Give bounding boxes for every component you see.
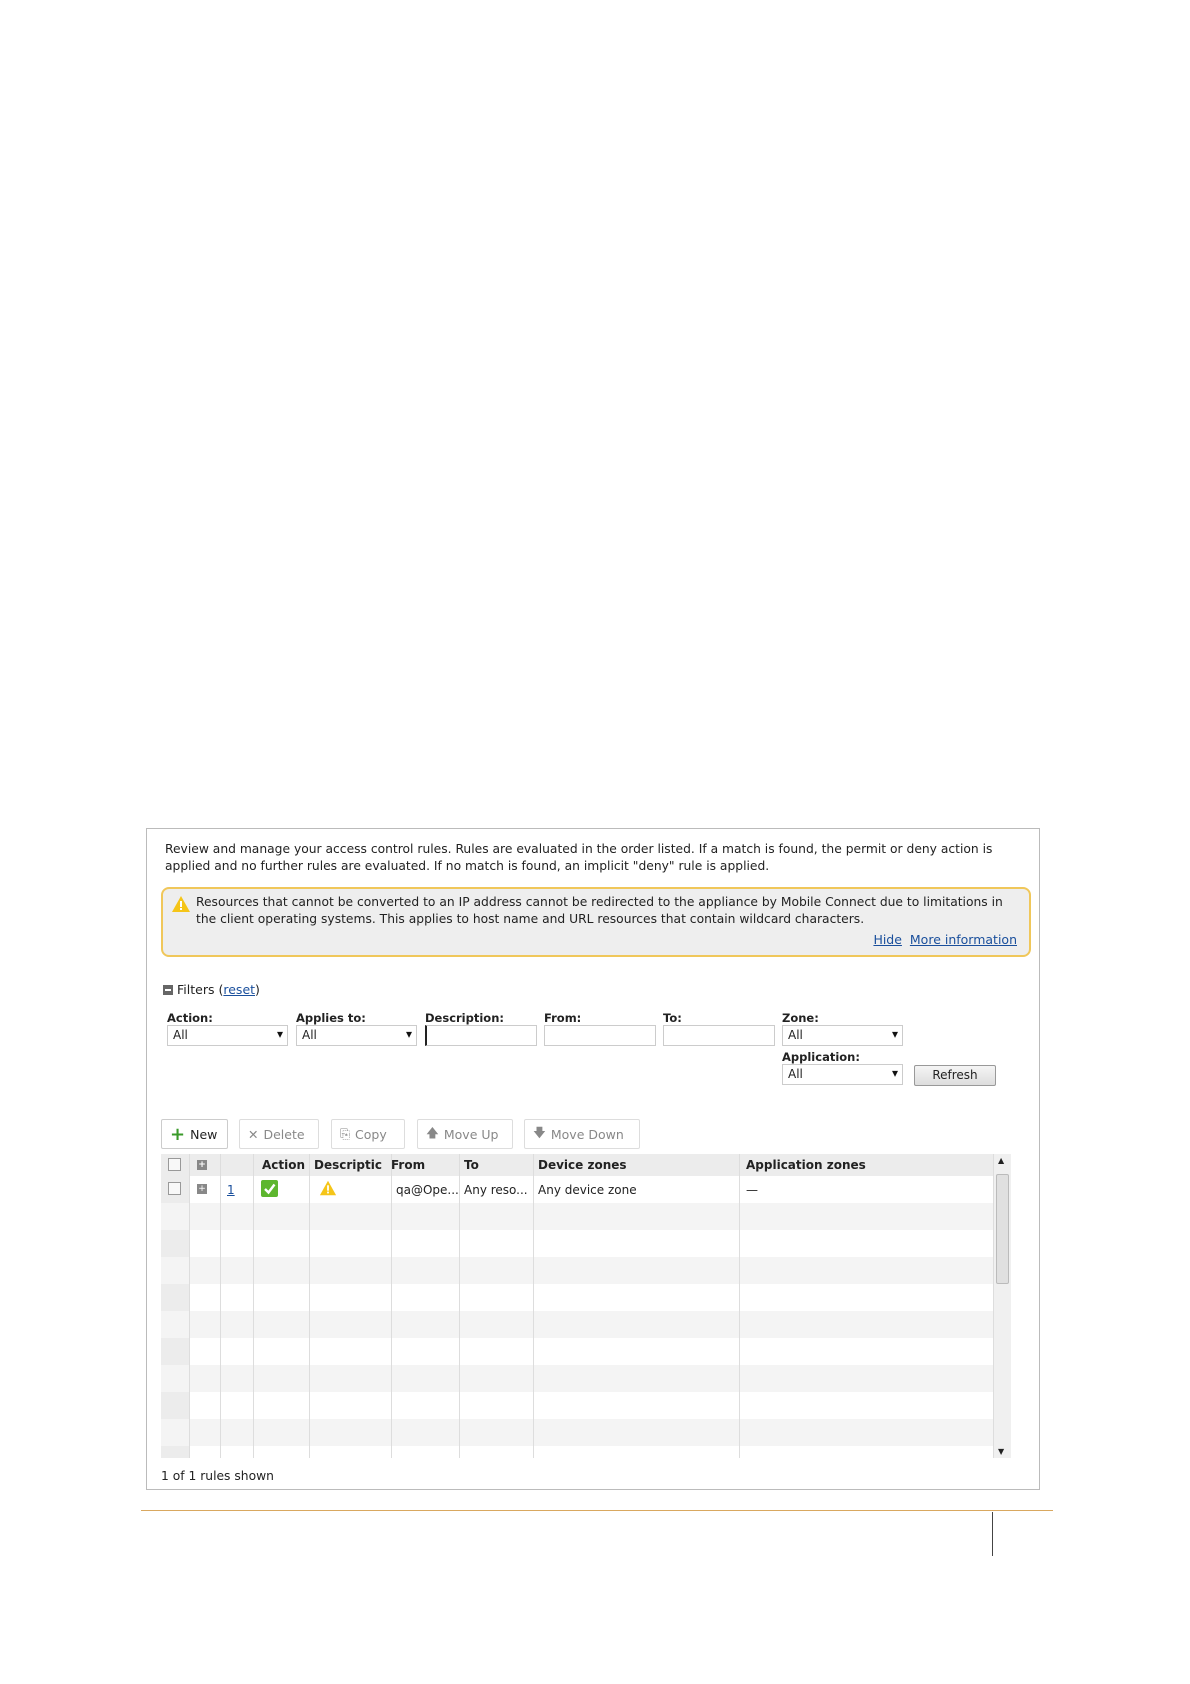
action-label: Action: [167,1011,213,1025]
application-select[interactable]: All [782,1064,903,1085]
application-label: Application: [782,1050,860,1064]
x-icon: ✕ [248,1126,259,1142]
new-label: New [190,1126,218,1142]
scrollbar-thumb[interactable] [996,1174,1009,1284]
expand-row-icon[interactable]: + [197,1184,207,1194]
copy-label: Copy [355,1126,387,1142]
intro-text: Review and manage your access control ru… [165,842,993,873]
move-down-button[interactable]: 🡇 Move Down [524,1119,640,1149]
reset-link[interactable]: reset [223,982,255,997]
collapse-icon[interactable] [163,984,173,995]
zone-select[interactable]: All [782,1025,903,1046]
table-header: + Action Descriptic From To Device zones… [161,1154,993,1176]
page-divider [141,1510,1053,1511]
more-information-link[interactable]: More information [910,932,1017,947]
header-from[interactable]: From [391,1158,425,1172]
move-down-label: Move Down [550,1126,624,1142]
warning-banner: Resources that cannot be converted to an… [161,887,1031,957]
to-input[interactable] [663,1025,775,1046]
applies-to-label: Applies to: [296,1011,366,1025]
copy-icon: ⎘ [340,1126,351,1141]
header-application-zones[interactable]: Application zones [746,1158,866,1172]
warning-text: Resources that cannot be converted to an… [196,895,1003,926]
move-up-label: Move Up [443,1126,499,1142]
access-rules-panel: Review and manage your access control ru… [146,828,1040,1490]
move-up-button[interactable]: 🡅 Move Up [417,1119,513,1149]
vertical-scrollbar[interactable]: ▲ ▼ [993,1154,1011,1458]
filters-title: Filters [177,982,215,997]
row-application-zones: — [746,1183,758,1197]
warning-icon [319,1180,337,1196]
select-all-checkbox[interactable] [168,1158,181,1171]
applies-to-select[interactable]: All [296,1025,417,1046]
action-select[interactable]: All [167,1025,288,1046]
filters-header: Filters (reset) [163,982,260,997]
description-input[interactable] [425,1025,537,1046]
plus-icon: + [170,1123,186,1145]
scroll-up-icon[interactable]: ▲ [998,1156,1004,1165]
page-divider-vertical [992,1512,993,1556]
row-checkbox[interactable] [168,1182,181,1195]
header-description[interactable]: Descriptic [314,1158,393,1172]
rules-table: + Action Descriptic From To Device zones… [161,1154,1011,1458]
arrow-down-icon: 🡇 [533,1124,546,1140]
paren: ) [255,982,260,997]
arrow-up-icon: 🡅 [426,1124,439,1140]
rule-number-link[interactable]: 1 [227,1183,235,1197]
row-to: Any reso... [464,1183,528,1197]
header-device-zones[interactable]: Device zones [538,1158,627,1172]
zone-label: Zone: [782,1011,819,1025]
rules-count: 1 of 1 rules shown [161,1469,274,1483]
expand-all-icon[interactable]: + [197,1160,207,1170]
row-from: qa@Ope... [396,1183,458,1197]
scroll-down-icon[interactable]: ▼ [998,1447,1004,1456]
delete-label: Delete [263,1126,305,1142]
from-label: From: [544,1011,582,1025]
refresh-button[interactable]: Refresh [914,1065,996,1086]
hide-link[interactable]: Hide [873,932,902,947]
new-button[interactable]: + New [161,1119,228,1149]
permit-check-icon [261,1180,278,1197]
copy-button[interactable]: ⎘ Copy [331,1119,405,1149]
description-label: Description: [425,1011,504,1025]
from-input[interactable] [544,1025,656,1046]
delete-button[interactable]: ✕ Delete [239,1119,319,1149]
header-to[interactable]: To [464,1158,479,1172]
to-label: To: [663,1011,682,1025]
row-device-zones: Any device zone [538,1183,637,1197]
warning-icon [172,896,190,912]
